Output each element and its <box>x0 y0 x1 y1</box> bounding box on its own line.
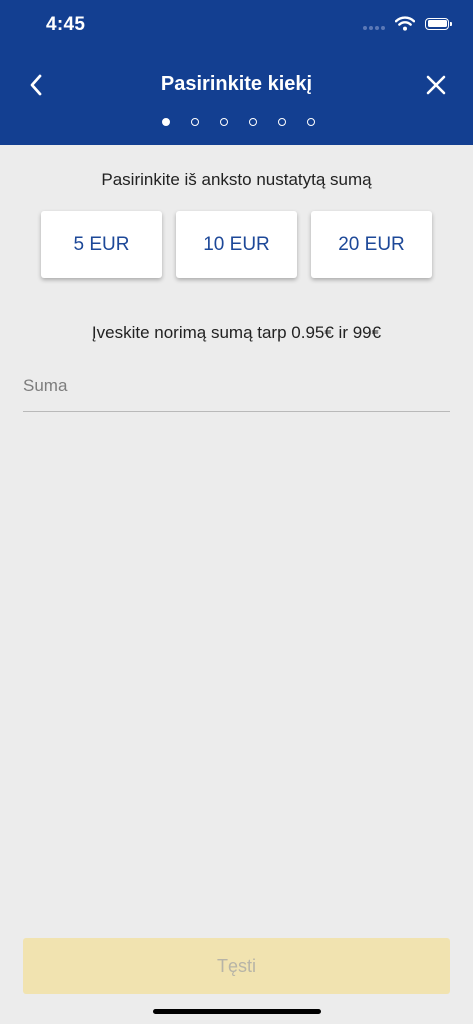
preset-10-eur-button[interactable]: 10 EUR <box>176 211 297 278</box>
page-title: Pasirinkite kiekį <box>160 73 313 95</box>
home-indicator <box>153 1009 321 1014</box>
close-icon <box>426 75 446 95</box>
amount-range-hint: Įveskite norimą sumą tarp 0.95€ ir 99€ <box>91 323 382 342</box>
close-button[interactable] <box>421 70 451 100</box>
step-indicator <box>0 118 473 126</box>
amount-input[interactable] <box>23 364 450 408</box>
preset-options: 5 EUR 10 EUR 20 EUR <box>41 211 432 278</box>
app-header: 4:45 Pasirinkite kiekį <box>0 0 473 145</box>
wifi-icon <box>395 16 415 31</box>
step-dot-1 <box>162 118 170 126</box>
step-dot-6 <box>307 118 315 126</box>
step-dot-4 <box>249 118 257 126</box>
status-time: 4:45 <box>46 14 86 35</box>
status-icons <box>363 16 452 31</box>
signal-dots-icon <box>363 25 385 30</box>
step-dot-2 <box>191 118 199 126</box>
step-dot-5 <box>278 118 286 126</box>
preset-heading: Pasirinkite iš anksto nustatytą sumą <box>101 170 372 189</box>
continue-button[interactable]: Tęsti <box>23 938 450 994</box>
amount-field <box>23 364 450 412</box>
step-dot-3 <box>220 118 228 126</box>
preset-20-eur-button[interactable]: 20 EUR <box>311 211 432 278</box>
preset-5-eur-button[interactable]: 5 EUR <box>41 211 162 278</box>
battery-icon <box>425 17 452 30</box>
